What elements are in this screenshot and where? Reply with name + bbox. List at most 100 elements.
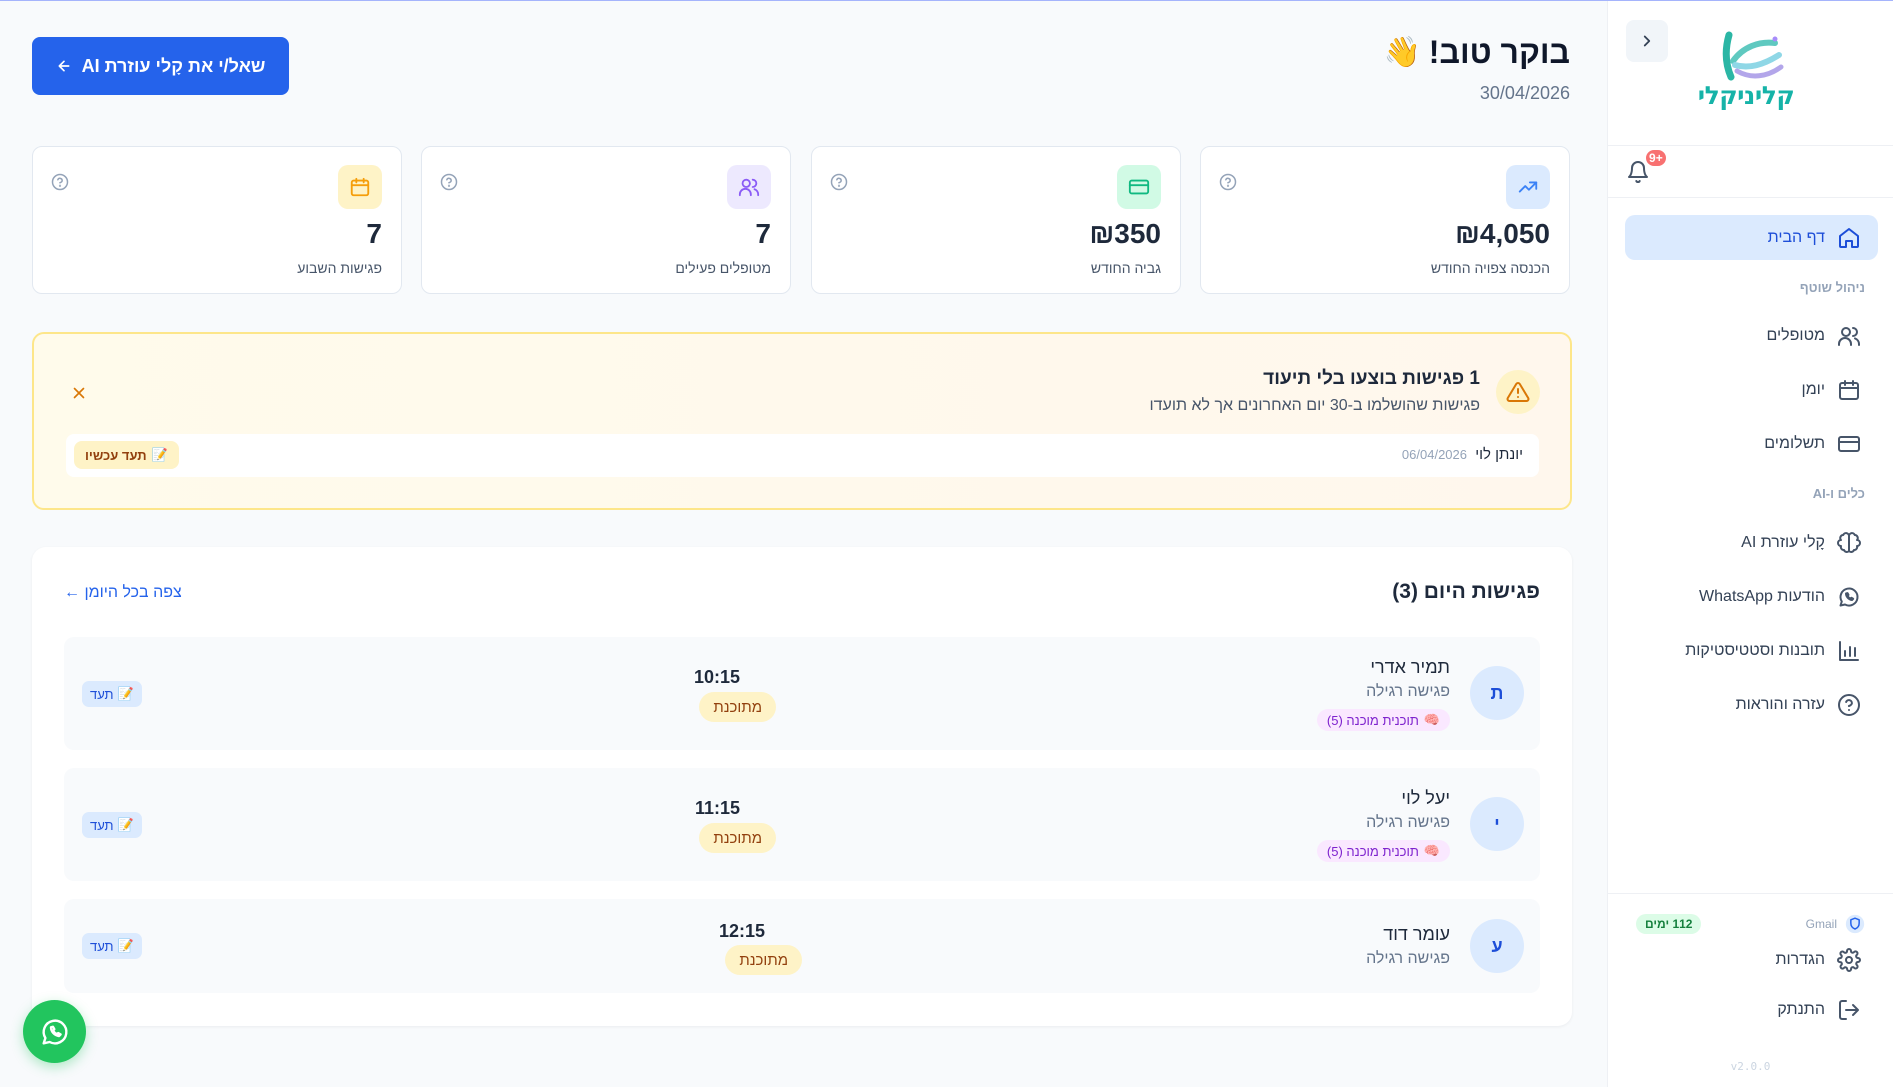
sidebar-item-calendar[interactable]: יומן [1625, 367, 1878, 412]
appointment-time: 10:15 [693, 667, 740, 687]
today-meetings-title: פגישות היום (3) [1392, 580, 1540, 603]
sidebar-item-ai-assistant[interactable]: קָלי עוזרת AI [1625, 520, 1878, 565]
sidebar-footer: Gmail 112 ימים הגדרות התנתק v2.0.0 [1608, 893, 1893, 1087]
avatar: י [1470, 797, 1524, 851]
memo-icon: 📝 [117, 686, 134, 701]
notifications-badge: +9 [1644, 148, 1668, 168]
sidebar-item-help[interactable]: עזרה והוראות [1625, 682, 1878, 727]
patient-name: יונתן לוי [1475, 446, 1523, 463]
plan-ready-badge[interactable]: 🧠 תוכנית מוכנה (5) [1316, 709, 1450, 731]
stat-value: ₪350 [1089, 218, 1161, 249]
document-now-button[interactable]: 📝 תעד עכשיו [74, 441, 179, 469]
page-title: בוקר טוב! [1428, 34, 1570, 70]
sidebar-item-label: קָלי עוזרת AI [1741, 533, 1825, 551]
document-button[interactable]: 📝 תעד [82, 812, 142, 838]
waving-hand-icon: 👋 [1383, 36, 1421, 69]
status-badge: מתוכנת [725, 945, 802, 975]
gmail-label: Gmail [1805, 917, 1837, 931]
document-now-label: תעד עכשיו [85, 447, 147, 463]
appointment-row[interactable]: ע עומר דוד פגישה רגילה 12:15 מתוכנת 📝 תע… [64, 899, 1540, 993]
document-label: תעד [90, 817, 114, 833]
stat-label: מטופלים פעילים [675, 260, 771, 276]
sidebar-item-logout[interactable]: התנתק [1625, 987, 1878, 1032]
section-heading-tools: כלים ו-AI [1812, 486, 1865, 501]
appointment-time: 11:15 [694, 798, 740, 818]
calendar-icon [1839, 379, 1859, 400]
close-icon[interactable] [70, 384, 88, 402]
help-circle-icon[interactable] [1219, 173, 1237, 191]
sidebar-item-label: תשלומים [1764, 434, 1825, 452]
logo-mark-icon [1722, 31, 1784, 81]
avatar: ת [1470, 666, 1524, 720]
help-circle-icon[interactable] [830, 173, 848, 191]
undocumented-sessions-alert: 1 פגישות בוצעו בלי תיעוד פגישות שהושלמו … [32, 332, 1572, 510]
view-full-calendar-link[interactable]: צפה בכל היומן ← [64, 584, 182, 602]
undocumented-session-row[interactable]: יונתן לוי 06/04/2026 📝 תעד עכשיו [66, 434, 1539, 477]
stat-card-active-patients: 7 מטופלים פעילים [421, 146, 791, 294]
credit-card-icon [1117, 165, 1161, 209]
plan-ready-label: תוכנית מוכנה (5) [1326, 843, 1419, 859]
sidebar-item-settings[interactable]: הגדרות [1625, 937, 1878, 982]
document-label: תעד [90, 938, 114, 954]
section-heading-ongoing: ניהול שוטף [1799, 280, 1865, 295]
sidebar: קליניקלי +9 דף הבית ניהול שוטף מטופלים י… [1607, 1, 1893, 1087]
stat-card-collected: ₪350 גביה החודש [811, 146, 1181, 294]
sidebar-item-label: עזרה והוראות [1735, 695, 1825, 713]
stat-value: ₪4,050 [1455, 218, 1550, 249]
appointment-time: 12:15 [718, 921, 765, 941]
status-badge: מתוכנת [699, 823, 776, 853]
document-button[interactable]: 📝 תעד [82, 681, 142, 707]
brain-icon [1837, 531, 1861, 553]
stat-value: 7 [755, 218, 771, 249]
stat-label: הכנסה צפויה החודש [1430, 260, 1550, 276]
sidebar-item-patients[interactable]: מטופלים [1625, 313, 1878, 358]
shield-icon [1845, 914, 1865, 934]
appointment-row[interactable]: י יעל לוי פגישה רגילה 🧠 תוכנית מוכנה (5)… [64, 768, 1540, 881]
arrow-left-icon [58, 60, 70, 72]
appointment-row[interactable]: ת תמיר אדרי פגישה רגילה 🧠 תוכנית מוכנה (… [64, 637, 1540, 750]
sidebar-item-home[interactable]: דף הבית [1625, 215, 1878, 260]
help-circle-icon[interactable] [51, 173, 69, 191]
ask-ai-label: שאל/י את קָלי עוזרת AI [81, 55, 266, 76]
app-version: v2.0.0 [1730, 1060, 1771, 1073]
users-icon [1838, 326, 1860, 346]
logo[interactable]: קליניקלי [1691, 31, 1801, 117]
memo-icon: 📝 [117, 817, 134, 832]
appointment-type: פגישה רגילה [1366, 683, 1450, 700]
whatsapp-icon [41, 1018, 68, 1045]
days-remaining-badge: 112 ימים [1636, 914, 1702, 934]
plan-ready-badge[interactable]: 🧠 תוכנית מוכנה (5) [1316, 840, 1450, 862]
today-meetings-panel: פגישות היום (3) צפה בכל היומן ← ת תמיר א… [32, 547, 1572, 1026]
sidebar-item-payments[interactable]: תשלומים [1625, 421, 1878, 466]
help-circle-icon[interactable] [440, 173, 458, 191]
memo-icon: 📝 [117, 938, 134, 953]
stat-label: פגישות השבוע [297, 260, 382, 276]
sidebar-item-label: התנתק [1777, 1000, 1825, 1018]
gmail-connection: Gmail 112 ימים [1636, 912, 1865, 936]
greeting: בוקר טוב! 👋 [1383, 34, 1570, 71]
trending-up-icon [1506, 165, 1550, 209]
gear-icon [1837, 947, 1861, 972]
credit-card-icon [1838, 435, 1860, 452]
logout-icon [1839, 999, 1859, 1020]
warning-triangle-icon [1496, 370, 1540, 414]
whatsapp-icon [1839, 587, 1859, 606]
sidebar-item-label: תובנות וסטטיסטיקות [1685, 641, 1825, 659]
calendar-icon [338, 165, 382, 209]
document-button[interactable]: 📝 תעד [82, 933, 142, 959]
sidebar-item-label: דף הבית [1767, 228, 1825, 246]
whatsapp-floating-button[interactable] [23, 1000, 86, 1063]
appointment-type: פגישה רגילה [1366, 814, 1450, 831]
alert-title: 1 פגישות בוצעו בלי תיעוד [1263, 368, 1480, 389]
sidebar-item-whatsapp[interactable]: הודעות WhatsApp [1625, 574, 1878, 619]
users-icon [727, 165, 771, 209]
home-icon [1839, 227, 1859, 248]
notifications-row: +9 [1608, 146, 1893, 198]
appointment-type: פגישה רגילה [1366, 950, 1450, 967]
brain-icon: 🧠 [1423, 843, 1440, 858]
document-label: תעד [90, 686, 114, 702]
collapse-sidebar-button[interactable] [1626, 20, 1668, 62]
sidebar-item-insights[interactable]: תובנות וסטטיסטיקות [1625, 628, 1878, 673]
ask-ai-assistant-button[interactable]: שאל/י את קָלי עוזרת AI [32, 37, 289, 95]
alert-subtitle: פגישות שהושלמו ב-30 יום האחרונים אך לא ת… [1149, 397, 1480, 414]
